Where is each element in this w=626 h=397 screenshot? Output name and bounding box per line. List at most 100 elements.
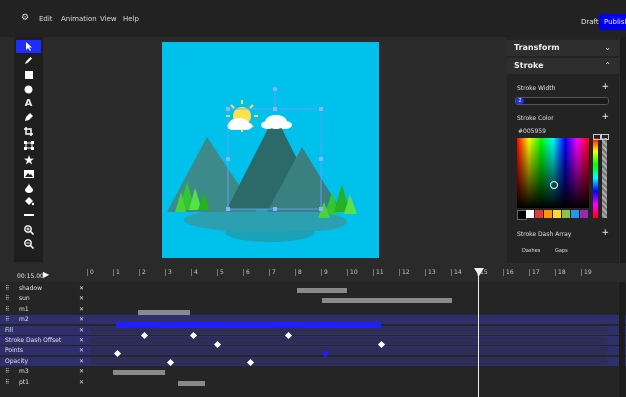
paint-bucket-tool-icon[interactable] (16, 195, 41, 208)
drag-handle-icon[interactable]: ⠿ (5, 305, 9, 314)
transform-points-tool-icon[interactable] (16, 139, 41, 152)
pt1-bar[interactable] (178, 381, 205, 386)
layer-row[interactable]: ⠿ m3 ✕ (0, 367, 626, 376)
stroke-width-value[interactable]: 2 (516, 98, 524, 104)
hue-slider[interactable] (593, 138, 598, 218)
property-row[interactable]: Stroke Dash Offset ✕ (0, 336, 626, 345)
remove-row-icon[interactable]: ✕ (79, 294, 84, 303)
pointer-tool-icon[interactable] (16, 40, 41, 53)
property-row[interactable]: Points ✕ (0, 346, 626, 356)
menu-edit[interactable]: Edit (39, 15, 53, 23)
water-right (277, 213, 347, 231)
remove-row-icon[interactable]: ✕ (79, 378, 84, 387)
m1-bar[interactable] (138, 310, 190, 315)
menu-help[interactable]: Help (123, 15, 139, 23)
image-tool-icon[interactable] (16, 167, 41, 180)
fill-tool-icon[interactable] (16, 181, 41, 194)
swatch[interactable] (553, 210, 561, 218)
properties-panel: Transform ⌄ Stroke ⌃ Stroke Width + 2 St… (507, 37, 619, 263)
remove-row-icon[interactable]: ✕ (79, 367, 84, 376)
star-tool-icon[interactable] (16, 153, 41, 166)
tick-mark (139, 269, 140, 276)
m2-bar[interactable] (116, 322, 381, 328)
tick-mark (425, 269, 426, 276)
timeline-tick: 18 (558, 269, 566, 276)
drag-handle-icon[interactable]: ⠿ (5, 378, 9, 387)
crop-tool-icon[interactable] (16, 125, 41, 138)
row-label: shadow (19, 285, 42, 292)
m3-bar[interactable] (113, 370, 165, 375)
transform-section[interactable]: Transform ⌄ (507, 40, 619, 56)
timeline-scrollbar[interactable] (619, 282, 625, 397)
remove-row-icon[interactable]: ✕ (79, 357, 84, 366)
layer-row[interactable]: ⠿ m1 ✕ (0, 305, 626, 314)
property-track[interactable] (90, 337, 608, 344)
play-icon[interactable]: ▶ (43, 270, 49, 279)
pen-nib-tool-icon[interactable] (16, 111, 41, 124)
swatch[interactable] (526, 210, 534, 218)
chevron-down-icon[interactable]: ⌄ (604, 43, 611, 52)
remove-row-icon[interactable]: ✕ (79, 346, 84, 355)
property-row[interactable]: Opacity ✕ (0, 356, 626, 366)
ellipse-tool-icon[interactable] (16, 83, 41, 96)
playhead-handle[interactable] (474, 268, 484, 276)
drag-handle-icon[interactable]: ⠿ (5, 294, 9, 303)
tick-mark (529, 269, 530, 276)
drag-handle-icon[interactable]: ⠿ (5, 284, 9, 293)
artboard[interactable] (162, 42, 379, 258)
timeline-ruler[interactable]: 00:15.00 ▶ 0 1 2 3 4 5 6 7 8 9 10 11 12 13 14 15 16 17 18 1… (0, 265, 626, 282)
menu-animation[interactable]: Animation (61, 15, 97, 23)
color-picker-area[interactable] (517, 138, 589, 208)
timeline-tick: 8 (298, 269, 302, 276)
alpha-slider[interactable] (602, 138, 607, 218)
stroke-width-add-icon[interactable]: + (601, 82, 609, 92)
zoom-out-icon[interactable] (16, 237, 41, 250)
timeline-tick: 1 (116, 269, 120, 276)
color-picker-handle[interactable] (550, 181, 558, 189)
text-tool-icon[interactable]: A (16, 97, 41, 110)
rectangle-tool-icon[interactable] (16, 68, 41, 81)
swatch[interactable] (571, 210, 579, 218)
remove-row-icon[interactable]: ✕ (79, 326, 84, 335)
panel-scrollbar[interactable] (620, 37, 626, 263)
drag-handle-icon[interactable]: ⠿ (5, 315, 9, 324)
tick-mark (399, 269, 400, 276)
stroke-width-slider[interactable]: 2 (515, 97, 609, 105)
logo-icon[interactable]: ⚙ (21, 13, 29, 23)
timeline-tick: 14 (454, 269, 462, 276)
publish-button[interactable]: Publish (599, 14, 626, 30)
tick-mark (87, 269, 88, 276)
stroke-section-title: Stroke (514, 61, 544, 70)
line-tool-icon[interactable] (16, 209, 41, 222)
shadow-bar[interactable] (297, 288, 347, 293)
remove-row-icon[interactable]: ✕ (79, 336, 84, 345)
swatch[interactable] (535, 210, 543, 218)
remove-row-icon[interactable]: ✕ (79, 284, 84, 293)
stroke-color-add-icon[interactable]: + (601, 112, 609, 122)
property-track[interactable] (90, 347, 608, 355)
swatch[interactable] (580, 210, 588, 218)
playhead-line[interactable] (478, 268, 479, 397)
sun-bar[interactable] (322, 298, 452, 303)
row-label: Fill (5, 326, 14, 334)
stroke-dash-add-icon[interactable]: + (601, 228, 609, 238)
remove-row-icon[interactable]: ✕ (79, 305, 84, 314)
layer-row[interactable]: ⠿ sun ✕ (0, 294, 626, 303)
swatch[interactable] (544, 210, 552, 218)
tick-mark (321, 269, 322, 276)
pen-tool-icon[interactable] (16, 54, 41, 67)
color-swatches (517, 210, 592, 220)
remove-row-icon[interactable]: ✕ (79, 315, 84, 324)
stroke-color-value[interactable]: #005959 (518, 128, 546, 135)
swatch[interactable] (562, 210, 570, 218)
drag-handle-icon[interactable]: ⠿ (5, 367, 9, 376)
row-label: Stroke Dash Offset (5, 337, 62, 344)
menu-view[interactable]: View (100, 15, 117, 23)
stroke-section[interactable]: Stroke ⌃ (507, 58, 619, 74)
alpha-slider-handle[interactable] (601, 134, 609, 140)
hue-slider-handle[interactable] (593, 134, 601, 140)
illustration[interactable] (162, 42, 379, 258)
zoom-in-icon[interactable] (16, 223, 41, 236)
chevron-up-icon[interactable]: ⌃ (604, 61, 611, 70)
layer-row[interactable]: ⠿ pt1 ✕ (0, 378, 626, 387)
